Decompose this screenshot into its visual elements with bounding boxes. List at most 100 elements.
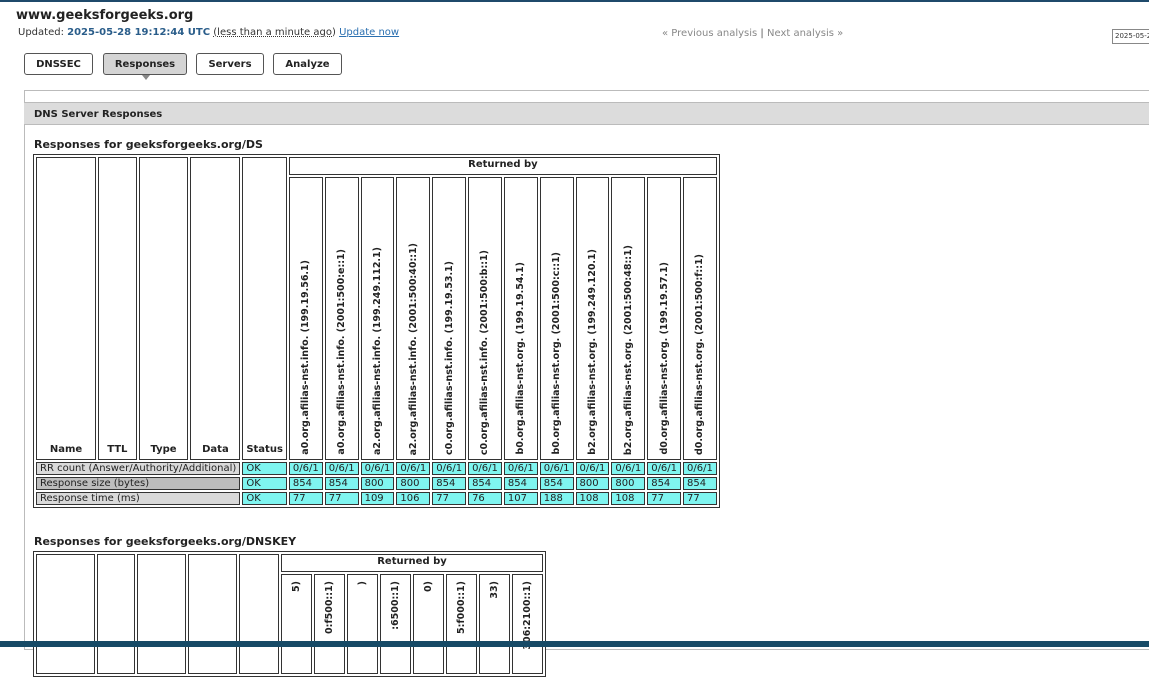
server-column-header: d0.org.afilias-nst.org. (2001:500:f::1) xyxy=(683,177,717,460)
response-value-cell: 854 xyxy=(539,477,574,490)
row-status: OK xyxy=(242,492,287,505)
response-value-cell: 109 xyxy=(360,492,395,505)
server-name: 5:f000::1) xyxy=(456,581,467,634)
response-value-cell: 76 xyxy=(468,492,502,505)
analysis-date-select[interactable]: 2025-05-28 xyxy=(1112,29,1149,44)
response-value-cell: 108 xyxy=(575,492,610,505)
response-value-cell: 854 xyxy=(647,477,682,490)
response-value-cell: 854 xyxy=(288,477,323,490)
col-status-header: Status xyxy=(242,157,287,460)
response-value-cell: 854 xyxy=(683,477,717,490)
server-name: 33) xyxy=(489,581,500,599)
server-column-header: 306:2100::1) xyxy=(512,574,543,674)
update-now-link[interactable]: Update now xyxy=(339,27,399,38)
ds-section-title: Responses for geeksforgeeks.org/DS xyxy=(34,138,263,151)
previous-analysis-link[interactable]: « Previous analysis xyxy=(662,28,757,39)
response-value-cell: 0/6/1 xyxy=(468,462,502,475)
top-accent-bar xyxy=(0,0,1149,2)
tab-dnssec[interactable]: DNSSEC xyxy=(24,53,93,75)
response-value-cell: 800 xyxy=(396,477,431,490)
server-name: 0) xyxy=(423,581,434,592)
response-value-cell: 77 xyxy=(647,492,682,505)
server-column-header: c0.org.afilias-nst.info. (199.19.53.1) xyxy=(432,177,467,460)
server-name: :6500::1) xyxy=(390,581,401,630)
updated-label: Updated: xyxy=(18,27,64,38)
updated-date: 2025-05-28 19:12:44 UTC xyxy=(67,27,211,38)
page-title: www.geeksforgeeks.org xyxy=(16,8,194,23)
dnskey-col-ttl-header xyxy=(97,554,135,674)
server-column-header: :6500::1) xyxy=(380,574,411,674)
server-column-header: 5) xyxy=(281,574,312,674)
response-value-cell: 77 xyxy=(324,492,359,505)
response-value-cell: 0/6/1 xyxy=(611,462,646,475)
response-value-cell: 0/6/1 xyxy=(324,462,359,475)
ds-responses-table: Name TTL Type Data Status Returned by a0… xyxy=(33,154,720,508)
response-value-cell: 0/6/1 xyxy=(503,462,538,475)
response-value-cell: 77 xyxy=(683,492,717,505)
response-value-cell: 107 xyxy=(503,492,538,505)
server-name: 0:f500::1) xyxy=(324,581,335,634)
server-name: 5) xyxy=(291,581,302,592)
dnskey-col-name-header xyxy=(36,554,95,674)
next-analysis-link[interactable]: Next analysis » xyxy=(767,28,843,39)
updated-line: Updated: 2025-05-28 19:12:44 UTC (less t… xyxy=(18,27,399,38)
server-name: b0.org.afilias-nst.org. (199.19.54.1) xyxy=(515,262,527,455)
server-name: a0.org.afilias-nst.info. (2001:500:e::1) xyxy=(336,249,348,455)
server-column-header: a0.org.afilias-nst.info. (2001:500:e::1) xyxy=(324,177,359,460)
row-label[interactable]: Response time (ms) xyxy=(36,492,241,505)
response-value-cell: 854 xyxy=(468,477,502,490)
response-value-cell: 0/6/1 xyxy=(539,462,574,475)
server-column-header: 0:f500::1) xyxy=(314,574,345,674)
response-value-cell: 854 xyxy=(432,477,467,490)
server-column-header: 33) xyxy=(479,574,510,674)
response-value-cell: 0/6/1 xyxy=(396,462,431,475)
server-name: a2.org.afilias-nst.info. (2001:500:40::1… xyxy=(407,242,419,455)
tab-analyze[interactable]: Analyze xyxy=(273,53,342,75)
server-column-header: b2.org.afilias-nst.org. (2001:500:48::1) xyxy=(611,177,646,460)
analysis-nav-separator: | xyxy=(760,28,764,39)
server-name: b0.org.afilias-nst.org. (2001:500:c::1) xyxy=(551,252,563,455)
table-row: Response size (bytes) OK 854 854 800 800 854 85… xyxy=(36,477,717,490)
server-column-header: c0.org.afilias-nst.info. (2001:500:b::1) xyxy=(468,177,502,460)
row-label[interactable]: Response size (bytes) xyxy=(36,477,241,490)
response-value-cell: 108 xyxy=(611,492,646,505)
response-value-cell: 800 xyxy=(360,477,395,490)
server-column-header: a2.org.afilias-nst.info. (199.249.112.1) xyxy=(360,177,395,460)
server-name: 306:2100::1) xyxy=(522,581,533,650)
server-name: c0.org.afilias-nst.info. (199.19.53.1) xyxy=(443,261,455,455)
server-name: ) xyxy=(357,581,368,586)
server-column-header: a2.org.afilias-nst.info. (2001:500:40::1… xyxy=(396,177,431,460)
response-value-cell: 0/6/1 xyxy=(683,462,717,475)
row-status: OK xyxy=(242,462,287,475)
server-column-header: d0.org.afilias-nst.org. (199.19.57.1) xyxy=(647,177,682,460)
row-label[interactable]: RR count (Answer/Authority/Additional) xyxy=(36,462,241,475)
returned-by-header: Returned by xyxy=(288,157,717,176)
server-column-header: b0.org.afilias-nst.org. (199.19.54.1) xyxy=(503,177,538,460)
response-value-cell: 188 xyxy=(539,492,574,505)
response-value-cell: 77 xyxy=(288,492,323,505)
server-column-header: a0.org.afilias-nst.info. (199.19.56.1) xyxy=(288,177,323,460)
server-name: b2.org.afilias-nst.org. (199.249.120.1) xyxy=(586,249,598,455)
bottom-bar xyxy=(0,641,1149,647)
response-value-cell: 854 xyxy=(503,477,538,490)
server-name: a2.org.afilias-nst.info. (199.249.112.1) xyxy=(371,247,383,455)
dnskey-responses-table: Returned by 5) 0:f500::1)) :6500::1) 0) 5:f0… xyxy=(33,551,546,677)
tab-responses[interactable]: Responses xyxy=(103,53,187,75)
tab-servers[interactable]: Servers xyxy=(196,53,264,75)
panel-header: DNS Server Responses xyxy=(24,102,1149,125)
dnskey-col-data-header xyxy=(188,554,237,674)
server-name: d0.org.afilias-nst.org. (199.19.57.1) xyxy=(658,262,670,455)
response-value-cell: 77 xyxy=(432,492,467,505)
col-name-header: Name xyxy=(36,157,96,460)
dnskey-returned-by-header: Returned by xyxy=(281,554,543,572)
server-name: c0.org.afilias-nst.info. (2001:500:b::1) xyxy=(479,249,491,455)
col-data-header: Data xyxy=(190,157,241,460)
server-column-header: 5:f000::1) xyxy=(446,574,477,674)
col-ttl-header: TTL xyxy=(98,157,137,460)
server-column-header: b0.org.afilias-nst.org. (2001:500:c::1) xyxy=(539,177,574,460)
response-value-cell: 0/6/1 xyxy=(575,462,610,475)
dnskey-section-title: Responses for geeksforgeeks.org/DNSKEY xyxy=(34,535,297,548)
response-value-cell: 0/6/1 xyxy=(647,462,682,475)
response-value-cell: 854 xyxy=(324,477,359,490)
row-status: OK xyxy=(242,477,287,490)
